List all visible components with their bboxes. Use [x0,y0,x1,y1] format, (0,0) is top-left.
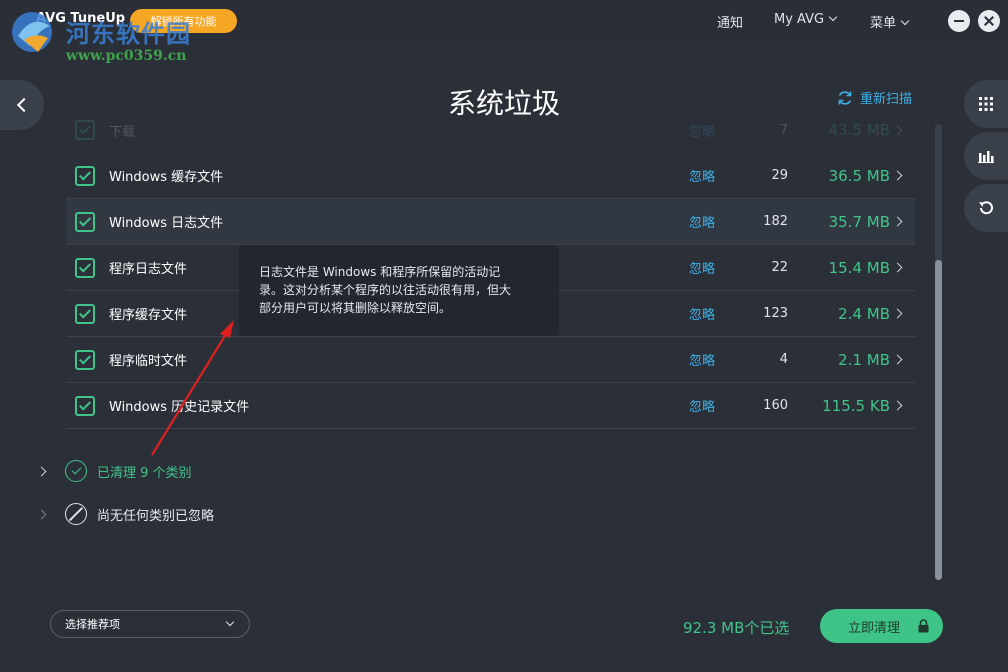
notifications-link[interactable]: 通知 [717,12,743,31]
chevron-right-icon[interactable] [892,400,903,411]
check-icon [78,397,92,411]
scrollbar-thumb[interactable] [935,260,942,580]
category-size: 2.4 MB [838,304,890,323]
check-icon [78,213,92,227]
ignore-link[interactable]: 忽略 [689,350,715,369]
undo-icon [979,201,993,215]
clean-now-button[interactable]: 立即清理 [820,609,943,643]
file-count: 182 [763,214,788,229]
category-name: 程序缓存文件 [109,308,188,323]
chevron-right-icon[interactable] [892,125,903,135]
check-icon [78,351,92,365]
category-size: 15.4 MB [828,258,890,277]
chevron-right-icon[interactable] [892,216,903,227]
my-avg-label: My AVG [774,12,825,27]
chevron-right-icon[interactable] [892,354,903,365]
main-menu[interactable]: 菜单 [870,12,910,31]
list-item[interactable]: 下载 忽略 7 43.5 MB [66,108,915,153]
ignore-link[interactable]: 忽略 [689,166,715,185]
list-scrollbar[interactable] [935,124,942,580]
rescan-button[interactable]: 重新扫描 [836,88,912,107]
close-icon [984,16,994,26]
file-count: 4 [779,352,788,367]
chevron-right-icon[interactable] [892,262,903,273]
check-icon [78,167,92,181]
category-name: Windows 日志文件 [109,216,224,231]
chevron-right-icon [36,466,47,476]
file-count: 160 [763,398,788,413]
category-name: 程序日志文件 [109,262,188,277]
selected-size-label: 92.3 MB个已选 [683,619,790,637]
category-size: 35.7 MB [828,212,890,231]
check-icon [78,122,92,135]
cleaned-categories-label: 已清理 9 个类别 [97,465,192,481]
recommended-items-label: 选择推荐项 [65,618,120,631]
my-avg-menu[interactable]: My AVG [774,12,838,27]
ignore-link[interactable]: 忽略 [689,121,715,140]
check-circle-icon [65,460,87,482]
lock-icon [918,619,929,633]
chevron-down-icon [900,16,910,26]
tooltip-line: 录。这对分析某个程序的以往活动很有用，但大 [259,283,512,297]
category-name: Windows 缓存文件 [109,170,224,185]
ignored-categories-label: 尚无任何类别已忽略 [97,508,215,524]
ignore-link[interactable]: 忽略 [689,212,715,231]
stats-button[interactable] [964,132,1008,180]
chevron-right-icon [36,509,47,519]
category-checkbox[interactable] [75,211,95,232]
ignored-categories-toggle[interactable]: 尚无任何类别已忽略 [36,503,215,525]
category-checkbox[interactable] [75,165,95,186]
ignore-link[interactable]: 忽略 [689,304,715,323]
chevron-down-icon [225,617,235,627]
category-size: 36.5 MB [828,166,890,185]
category-size: 2.1 MB [838,350,890,369]
clean-now-label: 立即清理 [848,620,901,636]
category-checkbox[interactable] [75,257,95,278]
ignore-link[interactable]: 忽略 [689,258,715,277]
list-item[interactable]: Windows 历史记录文件 忽略 160 115.5 KB [66,383,915,429]
category-name: 程序临时文件 [109,354,188,369]
check-icon [78,305,92,319]
minimize-button[interactable] [948,10,970,32]
list-item[interactable]: Windows 日志文件 忽略 182 35.7 MB [66,199,915,245]
chevron-right-icon[interactable] [892,308,903,319]
chevron-right-icon[interactable] [892,170,903,181]
file-count: 123 [763,306,788,321]
close-button[interactable] [978,10,1000,32]
undo-button[interactable] [964,184,1008,232]
tooltip-line: 日志文件是 Windows 和程序所保留的活动记 [259,265,501,279]
bar-chart-icon [978,151,994,163]
watermark-logo-icon [12,12,52,52]
refresh-icon [838,90,852,105]
category-name: Windows 历史记录文件 [109,400,250,415]
category-size: 43.5 MB [828,121,890,139]
category-checkbox[interactable] [75,395,95,416]
category-size: 115.5 KB [822,396,890,415]
menu-label: 菜单 [870,16,897,31]
rescan-label: 重新扫描 [860,92,913,107]
check-icon [78,259,92,273]
watermark-url: www.pc0359.cn [66,48,187,64]
recommended-items-select[interactable]: 选择推荐项 [50,610,250,638]
category-tooltip: 日志文件是 Windows 和程序所保留的活动记 录。这对分析某个程序的以往活动… [239,245,559,336]
cleaned-categories-toggle[interactable]: 已清理 9 个类别 [36,460,192,482]
file-count: 7 [779,122,788,138]
watermark-title: 河东软件园 [66,20,191,48]
list-item[interactable]: 程序临时文件 忽略 4 2.1 MB [66,337,915,383]
minimize-icon [954,20,964,22]
tooltip-line: 部分用户可以将其删除以释放空间。 [259,301,452,315]
chevron-down-icon [828,12,838,22]
ignored-slash-icon [65,503,87,525]
ignore-link[interactable]: 忽略 [689,396,715,415]
category-checkbox[interactable] [75,349,95,370]
category-checkbox[interactable] [75,303,95,324]
list-item[interactable]: Windows 缓存文件 忽略 29 36.5 MB [66,153,915,199]
category-checkbox[interactable] [75,120,95,140]
file-count: 29 [771,168,788,183]
category-name: 下载 [109,124,136,140]
file-count: 22 [771,260,788,275]
